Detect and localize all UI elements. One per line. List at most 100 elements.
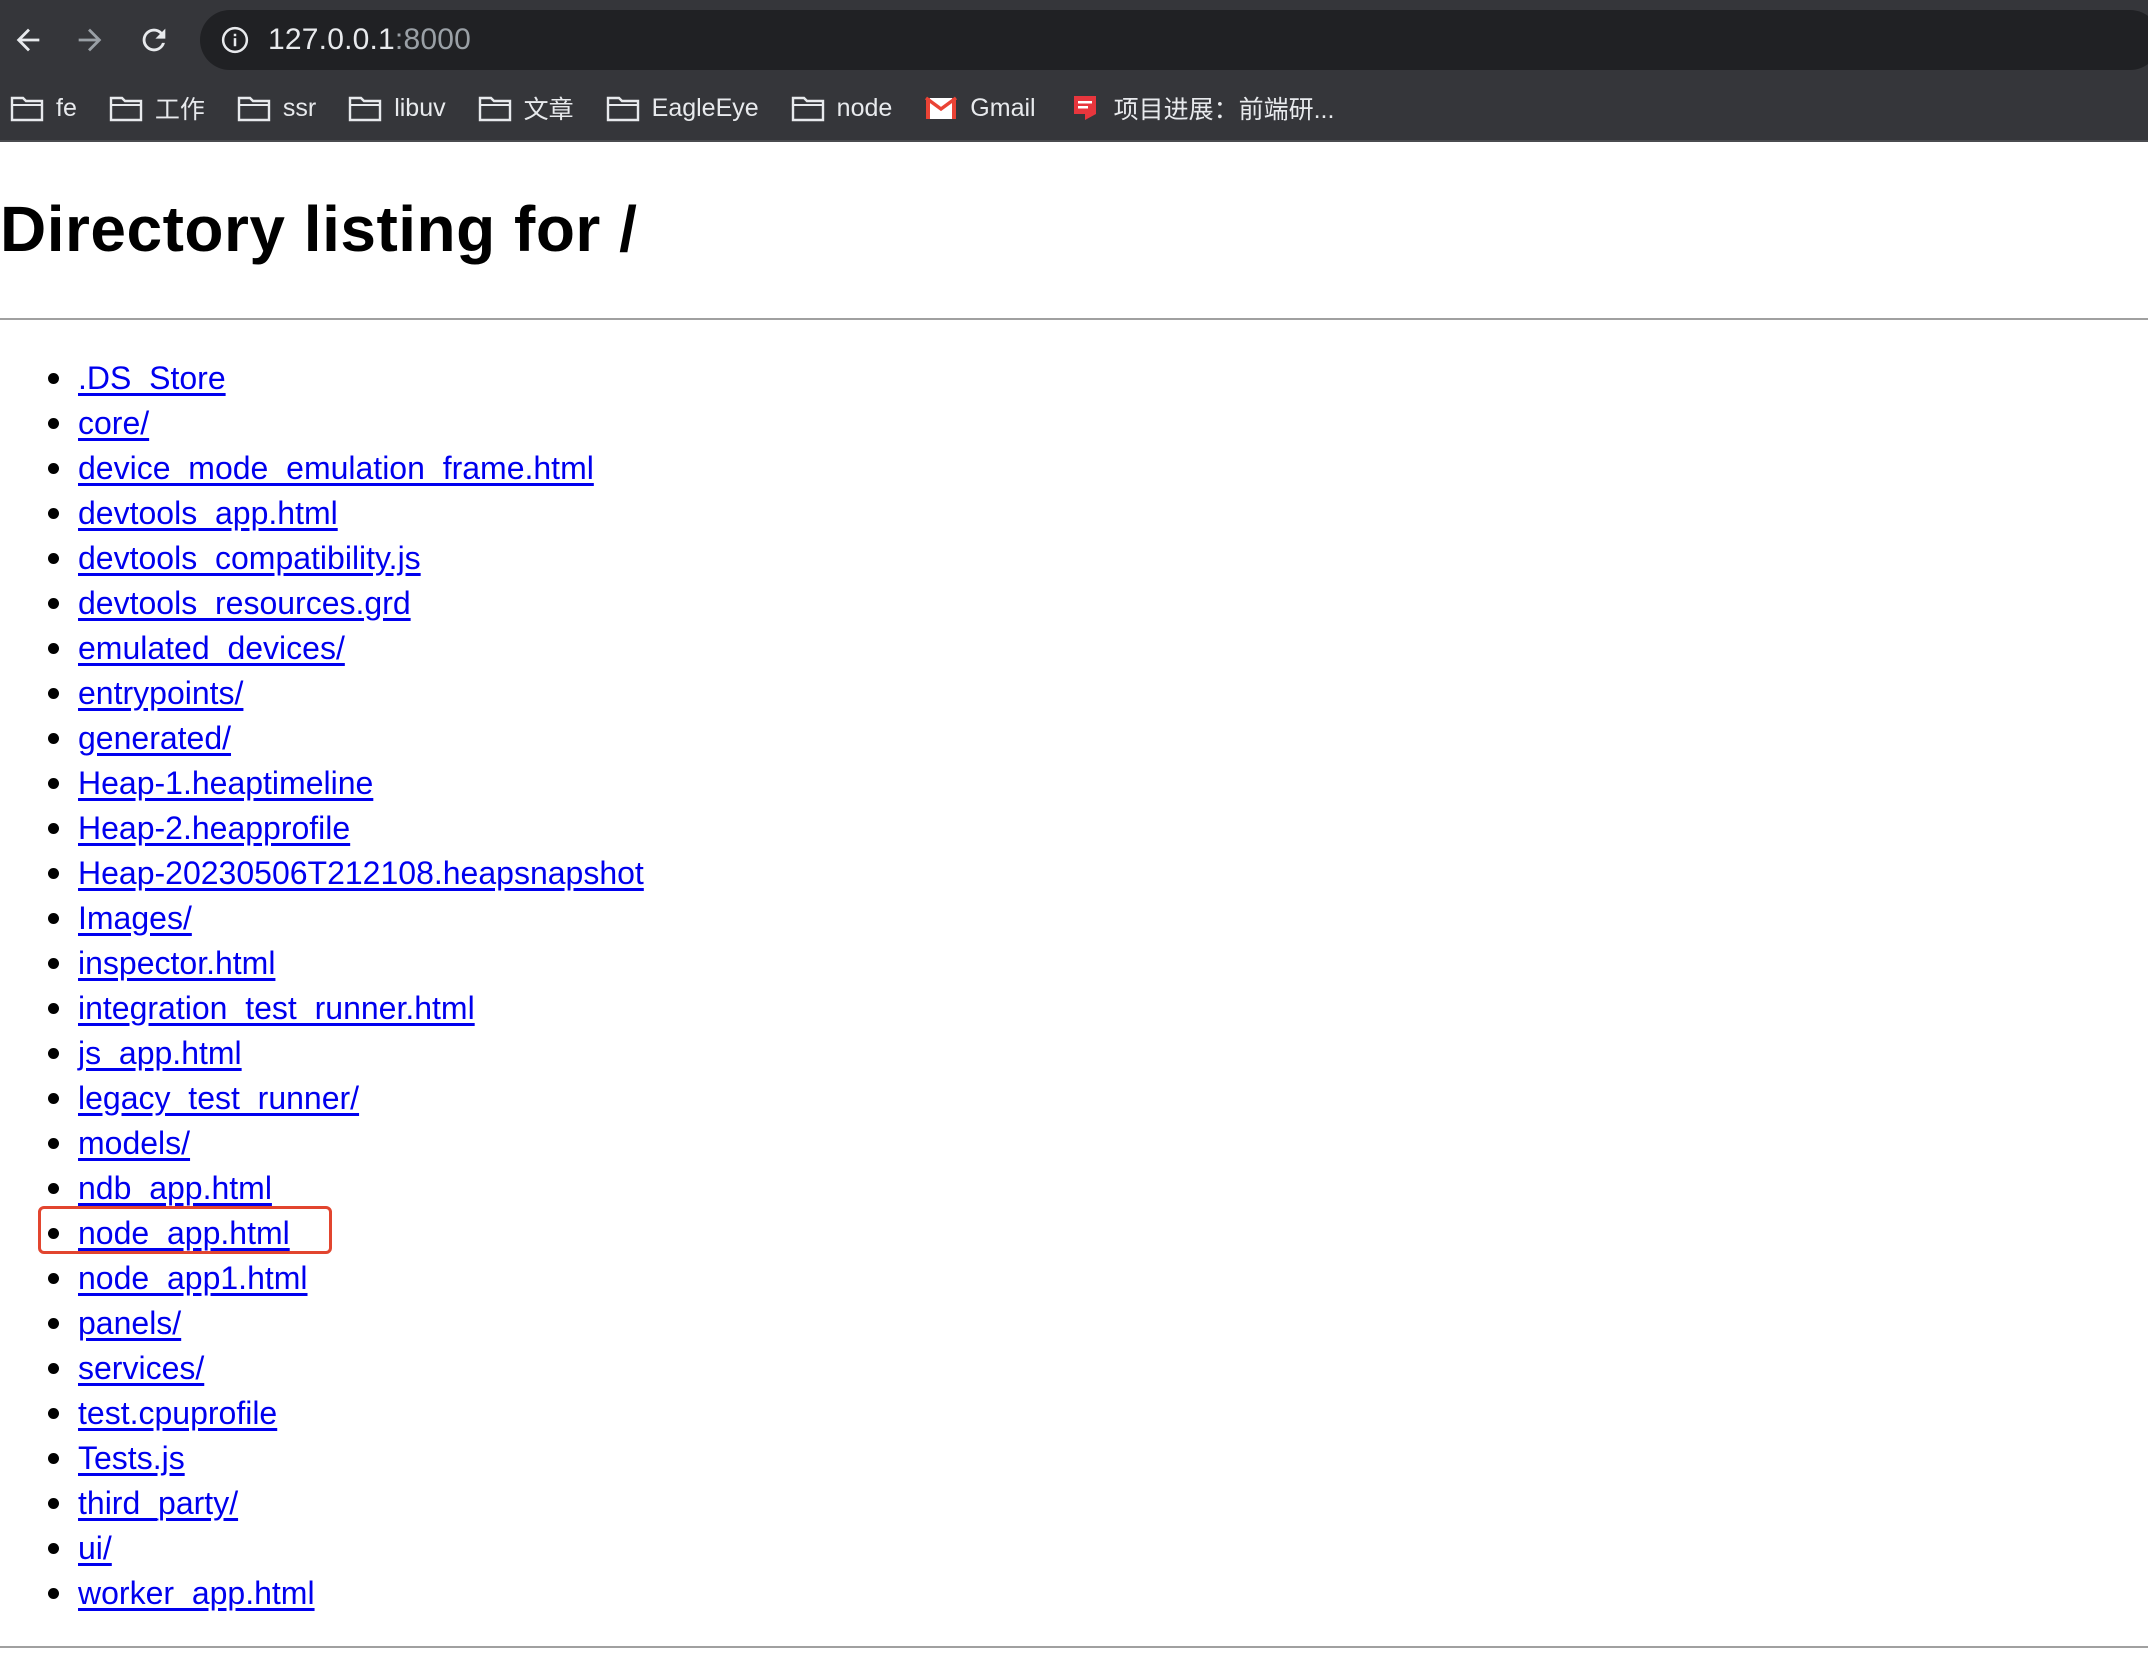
list-item: device_mode_emulation_frame.html	[0, 446, 644, 491]
bullet	[48, 733, 59, 744]
file-link[interactable]: worker_app.html	[78, 1575, 315, 1611]
folder-icon	[478, 96, 511, 122]
list-item: integration_test_runner.html	[0, 986, 644, 1031]
bullet	[48, 598, 59, 609]
bullet	[48, 373, 59, 384]
file-link[interactable]: devtools_app.html	[78, 495, 338, 531]
list-item: .DS_Store	[0, 356, 644, 401]
url-port: :8000	[394, 23, 471, 56]
bookmark-libuv[interactable]: libuv	[348, 93, 446, 123]
page-title: Directory listing for /	[0, 193, 638, 265]
folder-icon	[349, 96, 382, 122]
file-link[interactable]: ndb_app.html	[78, 1170, 272, 1206]
file-link[interactable]: Images/	[78, 900, 192, 936]
file-link[interactable]: Heap-20230506T212108.heapsnapshot	[78, 855, 644, 891]
bookmark-project-progress[interactable]: 项目进展：前端研...	[1068, 90, 1334, 126]
back-button[interactable]	[4, 16, 52, 64]
reload-button[interactable]	[130, 16, 178, 64]
bookmark-fe[interactable]: fe	[10, 94, 77, 123]
bullet	[48, 1363, 59, 1374]
file-link[interactable]: Heap-1.heaptimeline	[78, 765, 373, 801]
file-link[interactable]: generated/	[78, 720, 231, 756]
bullet	[48, 958, 59, 969]
folder-icon	[791, 96, 824, 122]
list-item: third_party/	[0, 1481, 644, 1526]
bottom-divider	[0, 1646, 2148, 1648]
folder-icon	[237, 96, 271, 122]
file-link[interactable]: panels/	[78, 1305, 181, 1341]
bullet	[48, 508, 59, 519]
list-item: worker_app.html	[0, 1571, 644, 1616]
bullet	[48, 778, 59, 789]
bookmark-eagleeye[interactable]: EagleEye	[606, 94, 759, 123]
bullet	[48, 1273, 59, 1284]
address-bar[interactable]: 127.0.0.1:8000	[200, 10, 2148, 70]
page-content: Directory listing for / .DS_Store core/ …	[0, 142, 2148, 1678]
bullet	[48, 1498, 59, 1509]
list-item: Heap-20230506T212108.heapsnapshot	[0, 851, 644, 896]
bullet	[48, 1138, 59, 1149]
bookmark-label: node	[836, 93, 893, 122]
file-link[interactable]: core/	[78, 405, 149, 441]
bullet	[48, 1183, 59, 1194]
list-item: Tests.js	[0, 1436, 644, 1481]
bullet	[48, 1453, 59, 1464]
reload-icon	[142, 28, 166, 52]
bookmark-articles[interactable]: 文章	[478, 90, 574, 126]
bookmark-work[interactable]: 工作	[109, 90, 205, 126]
bullet	[48, 1003, 59, 1014]
bullet	[48, 1093, 59, 1104]
list-item: core/	[0, 401, 644, 446]
bullet	[48, 463, 59, 474]
file-link[interactable]: integration_test_runner.html	[78, 990, 475, 1026]
file-link[interactable]: services/	[78, 1350, 204, 1386]
doc-icon	[1073, 96, 1096, 120]
file-link[interactable]: Heap-2.heapprofile	[78, 810, 350, 846]
file-link[interactable]: entrypoints/	[78, 675, 243, 711]
bookmarks-bar: fe 工作 ssr libuv 文章 EagleEye node Gmail 项…	[0, 84, 1356, 132]
file-link[interactable]: emulated_devices/	[78, 630, 345, 666]
list-item: ndb_app.html	[0, 1166, 644, 1211]
file-link[interactable]: js_app.html	[78, 1035, 242, 1071]
list-item: entrypoints/	[0, 671, 644, 716]
file-link[interactable]: inspector.html	[78, 945, 275, 981]
file-link[interactable]: test.cpuprofile	[78, 1395, 277, 1431]
file-link[interactable]: models/	[78, 1125, 190, 1161]
bookmark-ssr[interactable]: ssr	[237, 94, 316, 123]
site-info-icon[interactable]	[220, 25, 250, 55]
file-link[interactable]: .DS_Store	[78, 360, 226, 396]
forward-arrow-icon	[78, 28, 102, 52]
list-item: emulated_devices/	[0, 626, 644, 671]
file-link[interactable]: ui/	[78, 1530, 112, 1566]
file-link[interactable]: device_mode_emulation_frame.html	[78, 450, 594, 486]
back-arrow-icon	[16, 28, 40, 52]
bookmark-label: Gmail	[970, 93, 1036, 122]
list-item: test.cpuprofile	[0, 1391, 644, 1436]
bullet	[48, 823, 59, 834]
file-link[interactable]: node_app1.html	[78, 1260, 308, 1296]
file-link[interactable]: devtools_compatibility.js	[78, 540, 421, 576]
url-host: 127.0.0.1	[268, 23, 395, 56]
bookmark-label: 工作	[154, 96, 205, 124]
file-link[interactable]: third_party/	[78, 1485, 238, 1521]
list-item: inspector.html	[0, 941, 644, 986]
bullet	[48, 1318, 59, 1329]
list-item: devtools_compatibility.js	[0, 536, 644, 581]
bookmark-gmail[interactable]: Gmail	[924, 93, 1036, 123]
file-link[interactable]: legacy_test_runner/	[78, 1080, 359, 1116]
bookmark-node[interactable]: node	[791, 93, 893, 123]
file-link[interactable]: devtools_resources.grd	[78, 585, 411, 621]
bullet	[48, 1048, 59, 1059]
folder-icon	[10, 96, 44, 122]
folder-icon	[606, 96, 639, 122]
bullet	[48, 1408, 59, 1419]
folder-icon	[109, 96, 143, 122]
bullet	[48, 418, 59, 429]
list-item: devtools_app.html	[0, 491, 644, 536]
file-link[interactable]: Tests.js	[78, 1440, 185, 1476]
forward-button[interactable]	[66, 16, 114, 64]
bookmark-label: 文章	[523, 96, 574, 124]
bookmark-label: libuv	[394, 93, 446, 122]
bullet	[48, 1543, 59, 1554]
list-item: js_app.html	[0, 1031, 644, 1076]
